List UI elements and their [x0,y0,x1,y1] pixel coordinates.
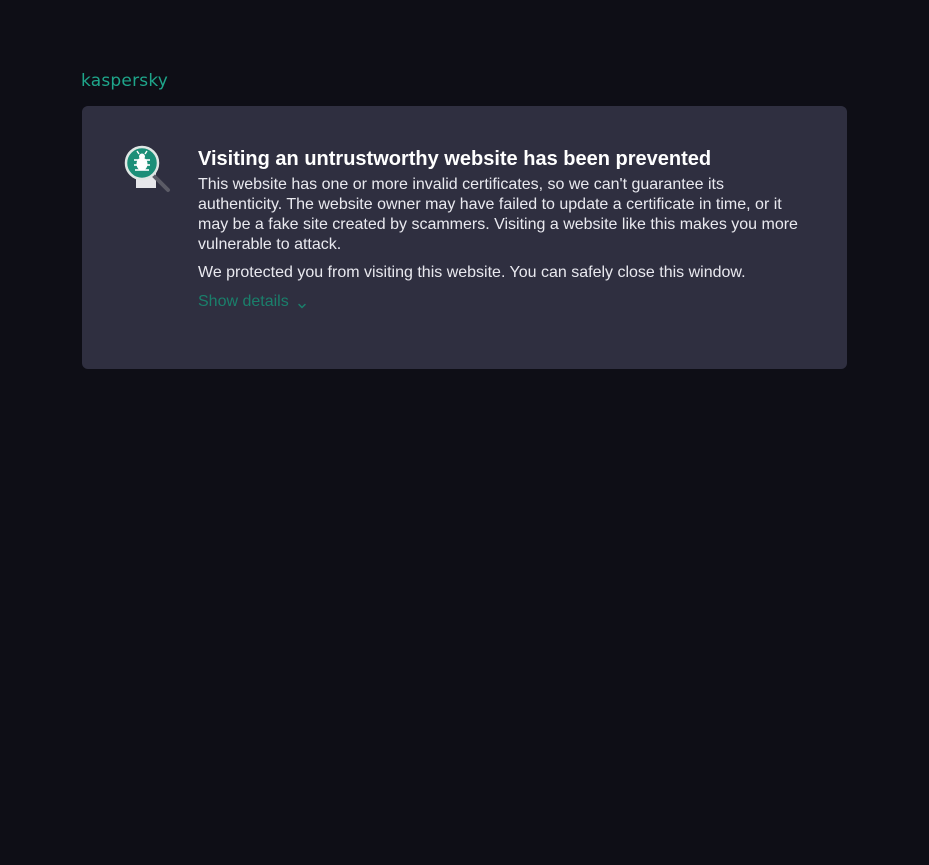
chevron-down-icon [297,297,307,309]
protection-note: We protected you from visiting this webs… [198,264,746,281]
alert-content: Visiting an untrustworthy website has be… [198,146,798,312]
magnifier-bug-icon [122,144,174,196]
alert-title: Visiting an untrustworthy website has be… [198,148,712,170]
alert-card: Visiting an untrustworthy website has be… [82,106,847,369]
show-details-button[interactable]: Show details [198,292,307,312]
kaspersky-logo: kaspersky [81,71,169,91]
alert-description: This website has one or more invalid cer… [198,176,798,253]
show-details-label: Show details [198,293,289,310]
